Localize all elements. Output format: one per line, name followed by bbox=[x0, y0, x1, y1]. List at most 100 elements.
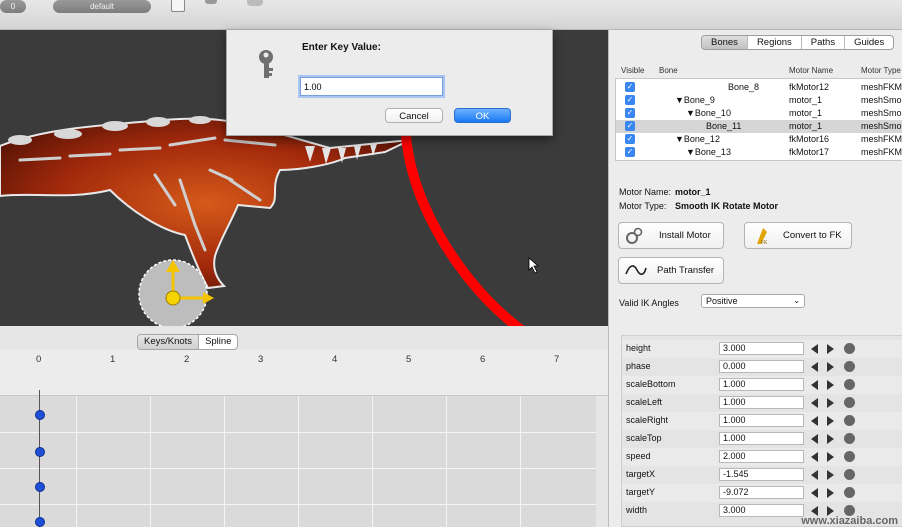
ok-button[interactable]: OK bbox=[454, 108, 511, 123]
visible-checkbox[interactable]: ✓ bbox=[625, 108, 635, 118]
next-key-icon[interactable] bbox=[827, 434, 834, 444]
property-row: scaleLeft 1.000 bbox=[622, 394, 902, 412]
prev-key-icon[interactable] bbox=[811, 488, 818, 498]
property-value-field[interactable]: 0.000 bbox=[719, 360, 804, 373]
property-value-field[interactable]: 3.000 bbox=[719, 342, 804, 355]
time-ruler[interactable]: 0 1 2 3 4 5 6 7 bbox=[0, 350, 608, 396]
next-key-icon[interactable] bbox=[827, 416, 834, 426]
property-row: scaleBottom 1.000 bbox=[622, 376, 902, 394]
col-visible[interactable]: Visible bbox=[621, 66, 644, 75]
convert-to-fk-button[interactable]: FK Convert to FK bbox=[744, 222, 852, 249]
next-key-icon[interactable] bbox=[827, 344, 834, 354]
add-key-icon[interactable] bbox=[844, 343, 855, 354]
table-row-selected[interactable]: ✓ Bone_11 motor_1 meshSmo bbox=[616, 120, 902, 133]
add-key-icon[interactable] bbox=[844, 487, 855, 498]
character-body bbox=[0, 117, 411, 290]
document-icon[interactable] bbox=[171, 0, 185, 12]
tab-paths[interactable]: Paths bbox=[800, 36, 844, 49]
col-bone[interactable]: Bone bbox=[659, 66, 678, 75]
prev-key-icon[interactable] bbox=[811, 362, 818, 372]
frame-counter[interactable]: 0 bbox=[0, 0, 26, 13]
table-row[interactable]: ✓ ▼Bone_13 fkMotor17 meshFKMo bbox=[616, 146, 902, 159]
next-key-icon[interactable] bbox=[827, 380, 834, 390]
property-name: targetX bbox=[626, 469, 656, 479]
tab-regions[interactable]: Regions bbox=[746, 36, 801, 49]
keyframe[interactable] bbox=[35, 410, 45, 420]
cancel-button[interactable]: Cancel bbox=[385, 108, 443, 123]
keyframe-grid[interactable] bbox=[0, 390, 596, 527]
prev-key-icon[interactable] bbox=[811, 470, 818, 480]
tick-label: 4 bbox=[332, 354, 338, 365]
add-key-icon[interactable] bbox=[844, 397, 855, 408]
keyframe[interactable] bbox=[35, 517, 45, 527]
prev-key-icon[interactable] bbox=[811, 416, 818, 426]
next-key-icon[interactable] bbox=[827, 488, 834, 498]
next-key-icon[interactable] bbox=[827, 470, 834, 480]
valid-ik-select[interactable]: Positive ⌄ bbox=[701, 294, 805, 308]
motor-type: meshFKMo bbox=[861, 134, 902, 144]
prev-key-icon[interactable] bbox=[811, 398, 818, 408]
property-value-field[interactable]: 1.000 bbox=[719, 432, 804, 445]
inspector-panel: Bones Regions Paths Guides Visible Bone … bbox=[608, 30, 902, 527]
visible-checkbox[interactable]: ✓ bbox=[625, 147, 635, 157]
add-key-icon[interactable] bbox=[844, 379, 855, 390]
col-motor-type[interactable]: Motor Type bbox=[861, 66, 901, 75]
add-key-icon[interactable] bbox=[844, 415, 855, 426]
prev-key-icon[interactable] bbox=[811, 380, 818, 390]
property-row: scaleRight 1.000 bbox=[622, 412, 902, 430]
prev-key-icon[interactable] bbox=[811, 434, 818, 444]
property-value-field[interactable]: 1.000 bbox=[719, 396, 804, 409]
property-name: scaleLeft bbox=[626, 397, 663, 407]
bone-name: ▼Bone_13 bbox=[686, 147, 731, 157]
motor-type: meshFKMo bbox=[861, 82, 902, 92]
property-value-field[interactable]: -9.072 bbox=[719, 486, 804, 499]
key-value-input[interactable] bbox=[300, 77, 443, 96]
add-key-icon[interactable] bbox=[844, 433, 855, 444]
keyframe[interactable] bbox=[35, 447, 45, 457]
install-motor-button[interactable]: Install Motor bbox=[618, 222, 724, 249]
convert-fk-icon: FK bbox=[757, 228, 768, 246]
table-row[interactable]: ✓ Bone_8 fkMotor12 meshFKMo bbox=[616, 81, 902, 94]
property-value-field[interactable]: -1.545 bbox=[719, 468, 804, 481]
add-key-icon[interactable] bbox=[844, 361, 855, 372]
bone-name: ▼Bone_12 bbox=[675, 134, 720, 144]
property-value-field[interactable]: 2.000 bbox=[719, 450, 804, 463]
add-key-icon[interactable] bbox=[844, 451, 855, 462]
property-row: targetX -1.545 bbox=[622, 466, 902, 484]
path-transfer-button[interactable]: Path Transfer bbox=[618, 257, 724, 284]
keyframe[interactable] bbox=[35, 482, 45, 492]
tool-icon[interactable] bbox=[205, 0, 217, 4]
col-motor-name[interactable]: Motor Name bbox=[789, 66, 833, 75]
next-key-icon[interactable] bbox=[827, 362, 834, 372]
property-row: speed 2.000 bbox=[622, 448, 902, 466]
tick-label: 6 bbox=[480, 354, 486, 365]
motor-name: motor_1 bbox=[789, 108, 823, 118]
tab-bones[interactable]: Bones bbox=[702, 36, 747, 49]
property-value-field[interactable]: 1.000 bbox=[719, 414, 804, 427]
add-key-icon[interactable] bbox=[844, 469, 855, 480]
table-row[interactable]: ✓ ▼Bone_9 motor_1 meshSmo bbox=[616, 94, 902, 107]
tick-label: 1 bbox=[110, 354, 116, 365]
property-value-field[interactable]: 3.000 bbox=[719, 504, 804, 517]
visible-checkbox[interactable]: ✓ bbox=[625, 121, 635, 131]
tab-keys-knots[interactable]: Keys/Knots bbox=[138, 335, 200, 349]
visible-checkbox[interactable]: ✓ bbox=[625, 134, 635, 144]
prev-key-icon[interactable] bbox=[811, 344, 818, 354]
visible-checkbox[interactable]: ✓ bbox=[625, 95, 635, 105]
gear-icon[interactable] bbox=[247, 0, 263, 6]
tab-guides[interactable]: Guides bbox=[844, 36, 893, 49]
property-value-field[interactable]: 1.000 bbox=[719, 378, 804, 391]
motor-type-label: Motor Type: bbox=[619, 201, 667, 211]
prev-key-icon[interactable] bbox=[811, 452, 818, 462]
property-name: scaleRight bbox=[626, 415, 669, 425]
table-row[interactable]: ✓ ▼Bone_10 motor_1 meshSmo bbox=[616, 107, 902, 120]
visible-checkbox[interactable]: ✓ bbox=[625, 82, 635, 92]
profile-selector[interactable]: default bbox=[53, 0, 151, 13]
motor-name: motor_1 bbox=[789, 121, 823, 131]
property-row: height 3.000 bbox=[622, 340, 902, 358]
gizmo-handle bbox=[165, 290, 181, 306]
next-key-icon[interactable] bbox=[827, 398, 834, 408]
tab-spline[interactable]: Spline bbox=[199, 335, 237, 349]
next-key-icon[interactable] bbox=[827, 452, 834, 462]
table-row[interactable]: ✓ ▼Bone_12 fkMotor16 meshFKMo bbox=[616, 133, 902, 146]
